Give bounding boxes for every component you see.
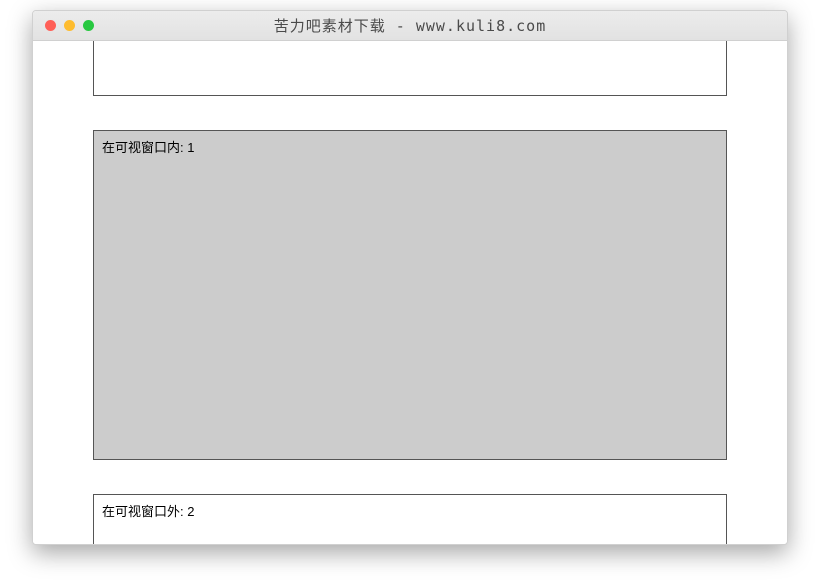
box-label: 在可视窗口外: 2 [102, 504, 194, 519]
demo-box-1: 在可视窗口内: 1 [93, 130, 727, 460]
close-icon[interactable] [45, 20, 56, 31]
maximize-icon[interactable] [83, 20, 94, 31]
traffic-lights [33, 20, 94, 31]
demo-box-2: 在可视窗口外: 2 [93, 494, 727, 544]
scroll-container: 在可视窗口内: 1 在可视窗口外: 2 [33, 41, 787, 544]
content-area[interactable]: 在可视窗口内: 1 在可视窗口外: 2 [33, 41, 787, 544]
demo-box-0 [93, 41, 727, 96]
browser-window: 苦力吧素材下载 - www.kuli8.com 在可视窗口内: 1 在可视窗口外… [32, 10, 788, 545]
minimize-icon[interactable] [64, 20, 75, 31]
window-title: 苦力吧素材下载 - www.kuli8.com [33, 15, 787, 36]
box-label: 在可视窗口内: 1 [102, 140, 194, 155]
titlebar: 苦力吧素材下载 - www.kuli8.com [33, 11, 787, 41]
